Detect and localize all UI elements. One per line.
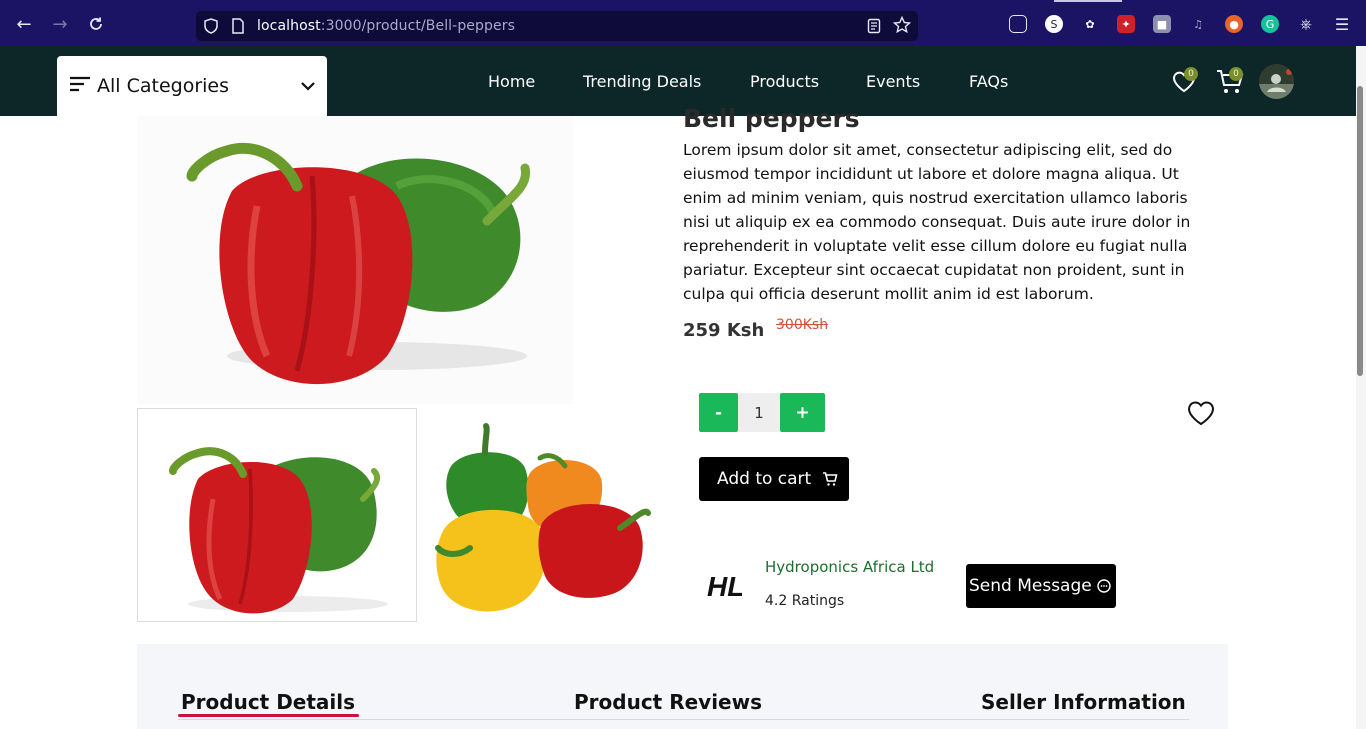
nav-faqs[interactable]: FAQs [969,72,1008,91]
sort-menu-icon [70,76,90,96]
all-categories-label: All Categories [97,75,230,97]
product-price: 259 Ksh [683,320,765,341]
svg-text:HL: HL [707,571,742,602]
pocket-icon[interactable] [1009,15,1027,33]
chat-bubble-icon [1096,578,1112,599]
reader-view-icon[interactable] [867,18,881,38]
product-description: Lorem ipsum dolor sit amet, consectetur … [683,141,1191,303]
shield-icon [203,18,219,38]
nav-events[interactable]: Events [866,72,920,91]
chevron-down-icon [301,76,315,95]
page-scrollbar-thumb[interactable] [1357,86,1363,376]
product-old-price: 300Ksh [776,317,829,333]
cart-icon [822,471,838,492]
seller-rating: 4.2 Ratings [765,593,845,609]
nav-products[interactable]: Products [750,72,819,91]
bookmark-star-icon[interactable] [892,15,912,38]
nav-home[interactable]: Home [488,72,535,91]
nav-trending-deals[interactable]: Trending Deals [583,72,701,91]
tab-product-reviews[interactable]: Product Reviews [574,690,762,714]
quantity-value[interactable]: 1 [738,393,780,432]
speaker-icon[interactable]: ♫ [1189,15,1207,33]
ghost-extension-icon[interactable]: ✿ [1081,15,1099,33]
avatar[interactable] [1259,64,1294,99]
extensions-puzzle-icon[interactable]: ⎈ [1297,15,1315,33]
back-icon[interactable]: ← [11,11,37,37]
tab-product-details[interactable]: Product Details [181,690,355,714]
all-categories-dropdown[interactable]: All Categories [57,56,327,116]
address-bar[interactable]: localhost:3000/product/Bell-peppers [196,11,918,41]
browser-toolbar: ← → localhost:3000/product/Bell-peppers … [0,0,1366,46]
grammarly-icon[interactable]: G [1261,15,1279,33]
site-navbar: All Categories Home Trending Deals Produ… [0,46,1356,116]
duckduckgo-icon[interactable]: ● [1225,15,1243,33]
quantity-decrease-button[interactable]: - [699,393,738,432]
add-to-cart-button[interactable]: Add to cart [699,457,849,501]
send-message-label: Send Message [969,576,1092,596]
seller-logo: HL [706,566,744,602]
menu-icon[interactable]: ☰ [1333,15,1351,34]
product-title: Bell peppers [683,104,860,133]
tab-seller-information[interactable]: Seller Information [981,690,1186,714]
cart-count-badge: 0 [1229,67,1243,81]
product-thumbnail-1[interactable] [137,408,417,622]
page-icon [231,18,245,38]
add-to-cart-label: Add to cart [717,469,812,489]
wishlist-count-badge: 0 [1184,67,1198,81]
active-tab-indicator [1054,0,1122,2]
add-to-wishlist-heart-icon[interactable] [1186,399,1216,427]
reload-icon[interactable] [83,11,109,37]
send-message-button[interactable]: Send Message [966,564,1116,608]
forward-icon[interactable]: → [47,11,73,37]
tabs-divider [178,719,1189,720]
product-info-tabs: Product Details Product Reviews Seller I… [137,644,1228,729]
url-text: localhost:3000/product/Bell-peppers [257,18,515,34]
active-tab-underline [178,714,359,717]
red-extension-icon[interactable]: ✦ [1117,15,1135,33]
product-main-image [137,116,573,404]
seller-name-link[interactable]: Hydroponics Africa Ltd [765,558,934,576]
shield-extension-icon[interactable]: ■ [1153,15,1171,33]
product-thumbnail-2[interactable] [430,408,658,622]
quantity-increase-button[interactable]: + [780,393,825,432]
s-extension-icon[interactable]: S [1045,15,1063,33]
